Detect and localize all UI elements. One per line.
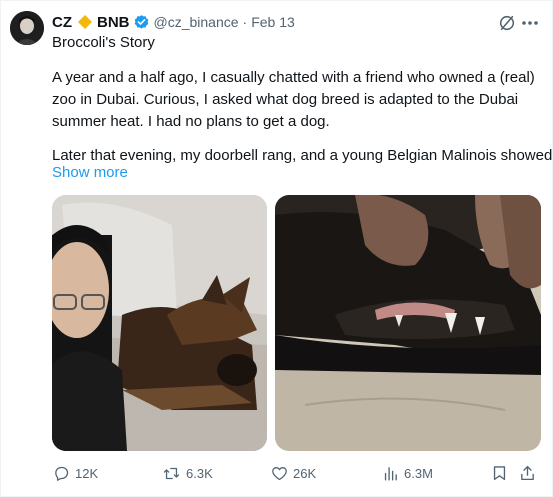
author-name[interactable]: CZ <box>52 14 72 31</box>
verified-badge-icon <box>133 14 150 31</box>
repost-count: 6.3K <box>186 465 213 481</box>
share-icon <box>521 465 534 481</box>
more-icon <box>522 21 538 25</box>
post-date[interactable]: Feb 13 <box>251 14 295 30</box>
bookmark-button[interactable] <box>491 463 508 483</box>
author-org[interactable]: BNB <box>97 14 130 31</box>
separator-dot: · <box>242 14 248 30</box>
repost-button[interactable]: 6.3K <box>162 463 213 483</box>
grok-icon <box>499 15 515 31</box>
heart-icon <box>272 466 287 480</box>
views-count: 6.3M <box>404 465 433 481</box>
post-image-2[interactable] <box>275 195 541 451</box>
author-handle[interactable]: @cz_binance <box>154 14 239 30</box>
post-image-1[interactable] <box>52 195 267 451</box>
reply-icon <box>55 466 69 481</box>
views-button[interactable]: 6.3M <box>382 463 433 483</box>
like-button[interactable]: 26K <box>271 463 316 483</box>
avatar[interactable] <box>10 11 44 45</box>
post-paragraph-1: A year and a half ago, I casually chatte… <box>52 69 535 130</box>
bookmark-icon <box>493 466 506 481</box>
reply-count: 12K <box>75 465 99 481</box>
more-button[interactable] <box>519 13 541 33</box>
share-button[interactable] <box>519 463 536 483</box>
grok-button[interactable] <box>497 13 517 33</box>
views-icon <box>384 466 397 481</box>
repost-icon <box>163 467 180 479</box>
diamond-icon <box>77 14 93 30</box>
like-count: 26K <box>293 465 317 481</box>
photo-dog-mouth <box>275 195 541 451</box>
avatar-icon <box>10 11 44 45</box>
reply-button[interactable]: 12K <box>53 463 98 483</box>
photo-man-dog <box>52 195 267 451</box>
post-card: CZ BNB @cz_binance · Feb 13 Broccoli's S… <box>0 0 553 497</box>
post-title: Broccoli's Story <box>52 34 155 51</box>
post-header: CZ BNB @cz_binance · Feb 13 <box>52 12 295 32</box>
show-more-link[interactable]: Show more <box>52 164 128 182</box>
